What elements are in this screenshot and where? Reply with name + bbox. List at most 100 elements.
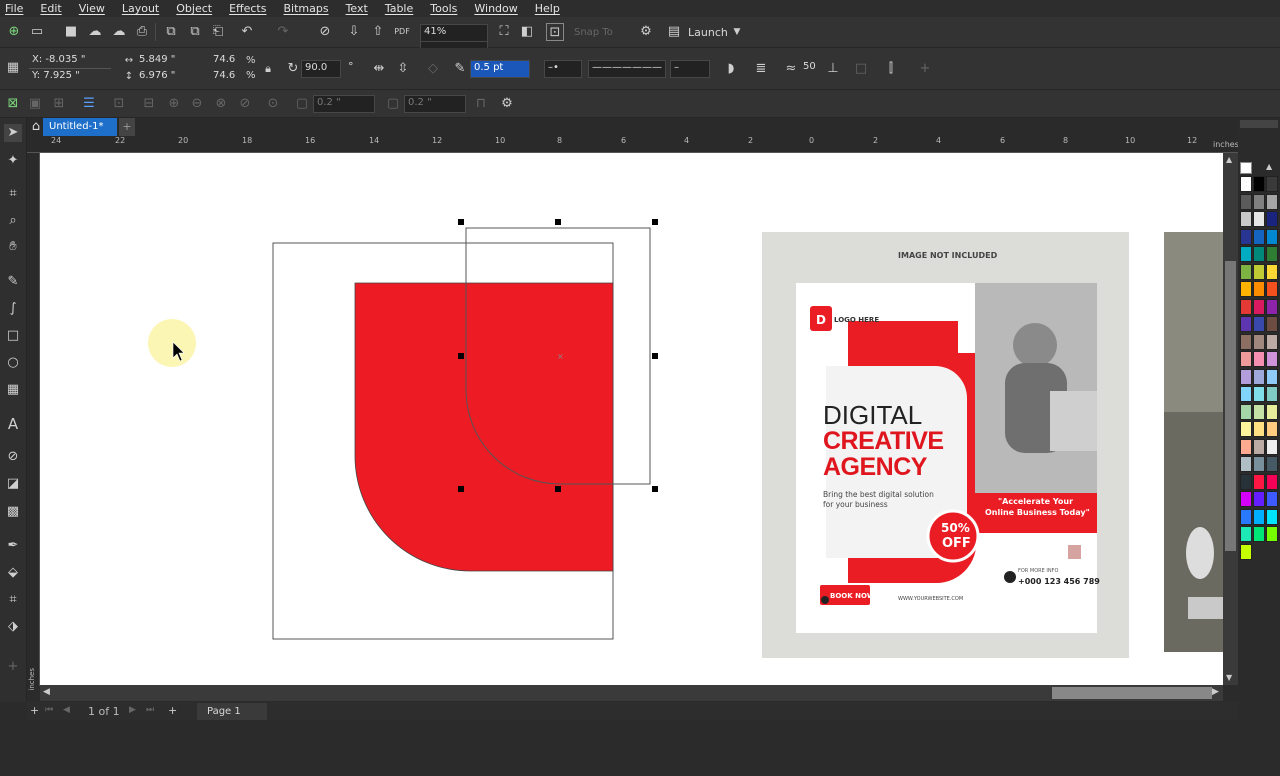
color-swatch[interactable] [1266, 228, 1278, 245]
launch-icon[interactable]: ▤ [665, 23, 683, 41]
corner-radius-field-1[interactable]: 0.2 " [313, 95, 375, 113]
outline-width-field[interactable]: 0.5 pt [470, 60, 530, 78]
align-distribute-icon[interactable]: ⫿ [882, 60, 900, 78]
color-swatch[interactable] [1240, 281, 1252, 297]
menu-help[interactable]: Help [535, 2, 560, 15]
launch-label[interactable]: Launch [688, 26, 728, 39]
mirror-vertical-icon[interactable]: ⇳ [394, 60, 412, 78]
mirror-horizontal-icon[interactable]: ⇹ [370, 60, 388, 78]
import-icon[interactable]: ⇩ [345, 23, 363, 41]
color-swatch[interactable] [1240, 176, 1252, 192]
color-swatch[interactable] [1266, 456, 1278, 472]
color-swatch[interactable] [1240, 473, 1252, 490]
publish-pdf-icon[interactable]: PDF [393, 23, 411, 41]
smoothing-slider-icon[interactable]: ⊥ [824, 60, 842, 78]
options-gear-icon[interactable]: ⚙ [637, 23, 655, 41]
color-swatch[interactable] [1266, 298, 1278, 315]
trim-icon[interactable]: ⊟ [140, 95, 158, 113]
color-swatch[interactable] [1253, 491, 1265, 507]
menu-view[interactable]: View [79, 2, 105, 15]
color-swatch[interactable] [1266, 193, 1278, 210]
add-tab-button[interactable]: + [119, 118, 135, 136]
scroll-down-arrow[interactable]: ▼ [1226, 673, 1232, 682]
snap-grid-icon[interactable]: ⊡ [546, 23, 564, 41]
height-field[interactable]: 6.976 " [136, 69, 206, 85]
close-curve-icon[interactable]: ◗ [722, 60, 740, 78]
red-quarter-shape[interactable] [354, 282, 614, 572]
boundary-icon[interactable]: ⊙ [264, 95, 282, 113]
color-swatch[interactable] [1240, 456, 1252, 472]
color-swatch[interactable] [1253, 176, 1265, 192]
rectangle-tool-icon[interactable]: □ [4, 327, 22, 345]
object-origin-icon[interactable]: ▦ [4, 59, 22, 77]
parallel-dimension-icon[interactable]: ⊘ [4, 448, 22, 466]
color-swatch[interactable] [1266, 333, 1278, 350]
first-page-icon[interactable]: ⏮ [45, 705, 53, 715]
menu-edit[interactable]: Edit [40, 2, 61, 15]
color-swatch[interactable] [1240, 228, 1252, 245]
color-swatch[interactable] [1253, 333, 1265, 350]
smoothing-field[interactable]: 50 [800, 60, 824, 78]
quick-customize-dim-icon[interactable]: □ [852, 60, 870, 78]
color-swatch[interactable] [1253, 368, 1265, 385]
color-swatch[interactable] [1253, 351, 1265, 367]
front-minus-back-icon[interactable]: ⊗ [212, 95, 230, 113]
width-field[interactable]: 5.849 " [136, 53, 206, 69]
shape-tool-icon[interactable]: ✦ [4, 152, 22, 170]
simplify-icon[interactable]: ⊖ [188, 95, 206, 113]
menu-tools[interactable]: Tools [430, 2, 457, 15]
no-color-swatch[interactable] [1240, 162, 1252, 174]
shape-dim-icon[interactable]: ⊞ [50, 95, 68, 113]
scroll-right-arrow[interactable]: ▶ [1212, 687, 1219, 697]
color-swatch[interactable] [1253, 456, 1265, 472]
color-swatch[interactable] [1240, 193, 1252, 210]
interactive-fill-icon[interactable]: ⬙ [4, 564, 22, 582]
color-swatch[interactable] [1253, 228, 1265, 245]
color-swatch[interactable] [1266, 368, 1278, 385]
color-swatch[interactable] [1240, 421, 1252, 437]
text-tool-icon[interactable]: A [4, 415, 22, 433]
color-swatch[interactable] [1266, 316, 1278, 332]
polygon-tool-icon[interactable]: ▦ [4, 381, 22, 399]
color-swatch[interactable] [1240, 246, 1252, 262]
menu-text[interactable]: Text [346, 2, 368, 15]
color-swatch[interactable] [1240, 351, 1252, 367]
print-icon[interactable]: ⎙ [133, 23, 151, 41]
color-swatch[interactable] [1253, 316, 1265, 332]
color-swatch[interactable] [1240, 386, 1252, 402]
menu-object[interactable]: Object [176, 2, 212, 15]
snap-to-label[interactable]: Snap To [574, 27, 613, 38]
undo-icon[interactable]: ↶ [238, 23, 256, 41]
color-swatch[interactable] [1266, 421, 1278, 437]
end-arrowhead-select[interactable]: – [670, 60, 710, 78]
color-swatch[interactable] [1266, 386, 1278, 402]
pick-tool-icon[interactable]: ➤ [4, 124, 22, 142]
color-swatch[interactable] [1253, 403, 1265, 420]
paste-icon[interactable]: ⎗ [209, 23, 227, 41]
x-position-field[interactable]: X: -8.035 " [29, 53, 111, 69]
next-page-icon[interactable]: ▶ [129, 705, 136, 715]
horizontal-scrollbar[interactable]: ◀ ▶ [40, 685, 1223, 701]
add-page-after-button[interactable]: + [168, 704, 177, 717]
artistic-media-icon[interactable]: ∫ [4, 300, 22, 318]
color-swatch[interactable] [1253, 526, 1265, 542]
color-swatch[interactable] [1240, 526, 1252, 542]
color-swatch[interactable] [1240, 543, 1252, 560]
color-swatch[interactable] [1240, 403, 1252, 420]
weld-icon[interactable]: ⊡ [110, 95, 128, 113]
color-swatch[interactable] [1240, 508, 1252, 525]
eyedropper-icon[interactable]: ✒ [4, 537, 22, 555]
vertical-ruler[interactable]: inches [27, 153, 40, 691]
scale-width-field[interactable]: 74.6 [210, 53, 244, 69]
color-swatch[interactable] [1266, 351, 1278, 367]
color-swatch[interactable] [1253, 193, 1265, 210]
add-page-button[interactable]: + [30, 704, 39, 717]
lock-ratio-icon[interactable]: 🔒︎ [259, 60, 277, 78]
color-swatch[interactable] [1266, 246, 1278, 262]
color-swatch[interactable] [1253, 508, 1265, 525]
color-swatch[interactable] [1253, 438, 1265, 455]
quick-customize-icon[interactable]: + [916, 60, 934, 78]
vertical-scrollbar[interactable]: ▲ ▼ [1223, 153, 1238, 685]
horizontal-scroll-thumb[interactable] [1052, 687, 1212, 699]
line-style-select[interactable]: ——————— [588, 60, 666, 78]
